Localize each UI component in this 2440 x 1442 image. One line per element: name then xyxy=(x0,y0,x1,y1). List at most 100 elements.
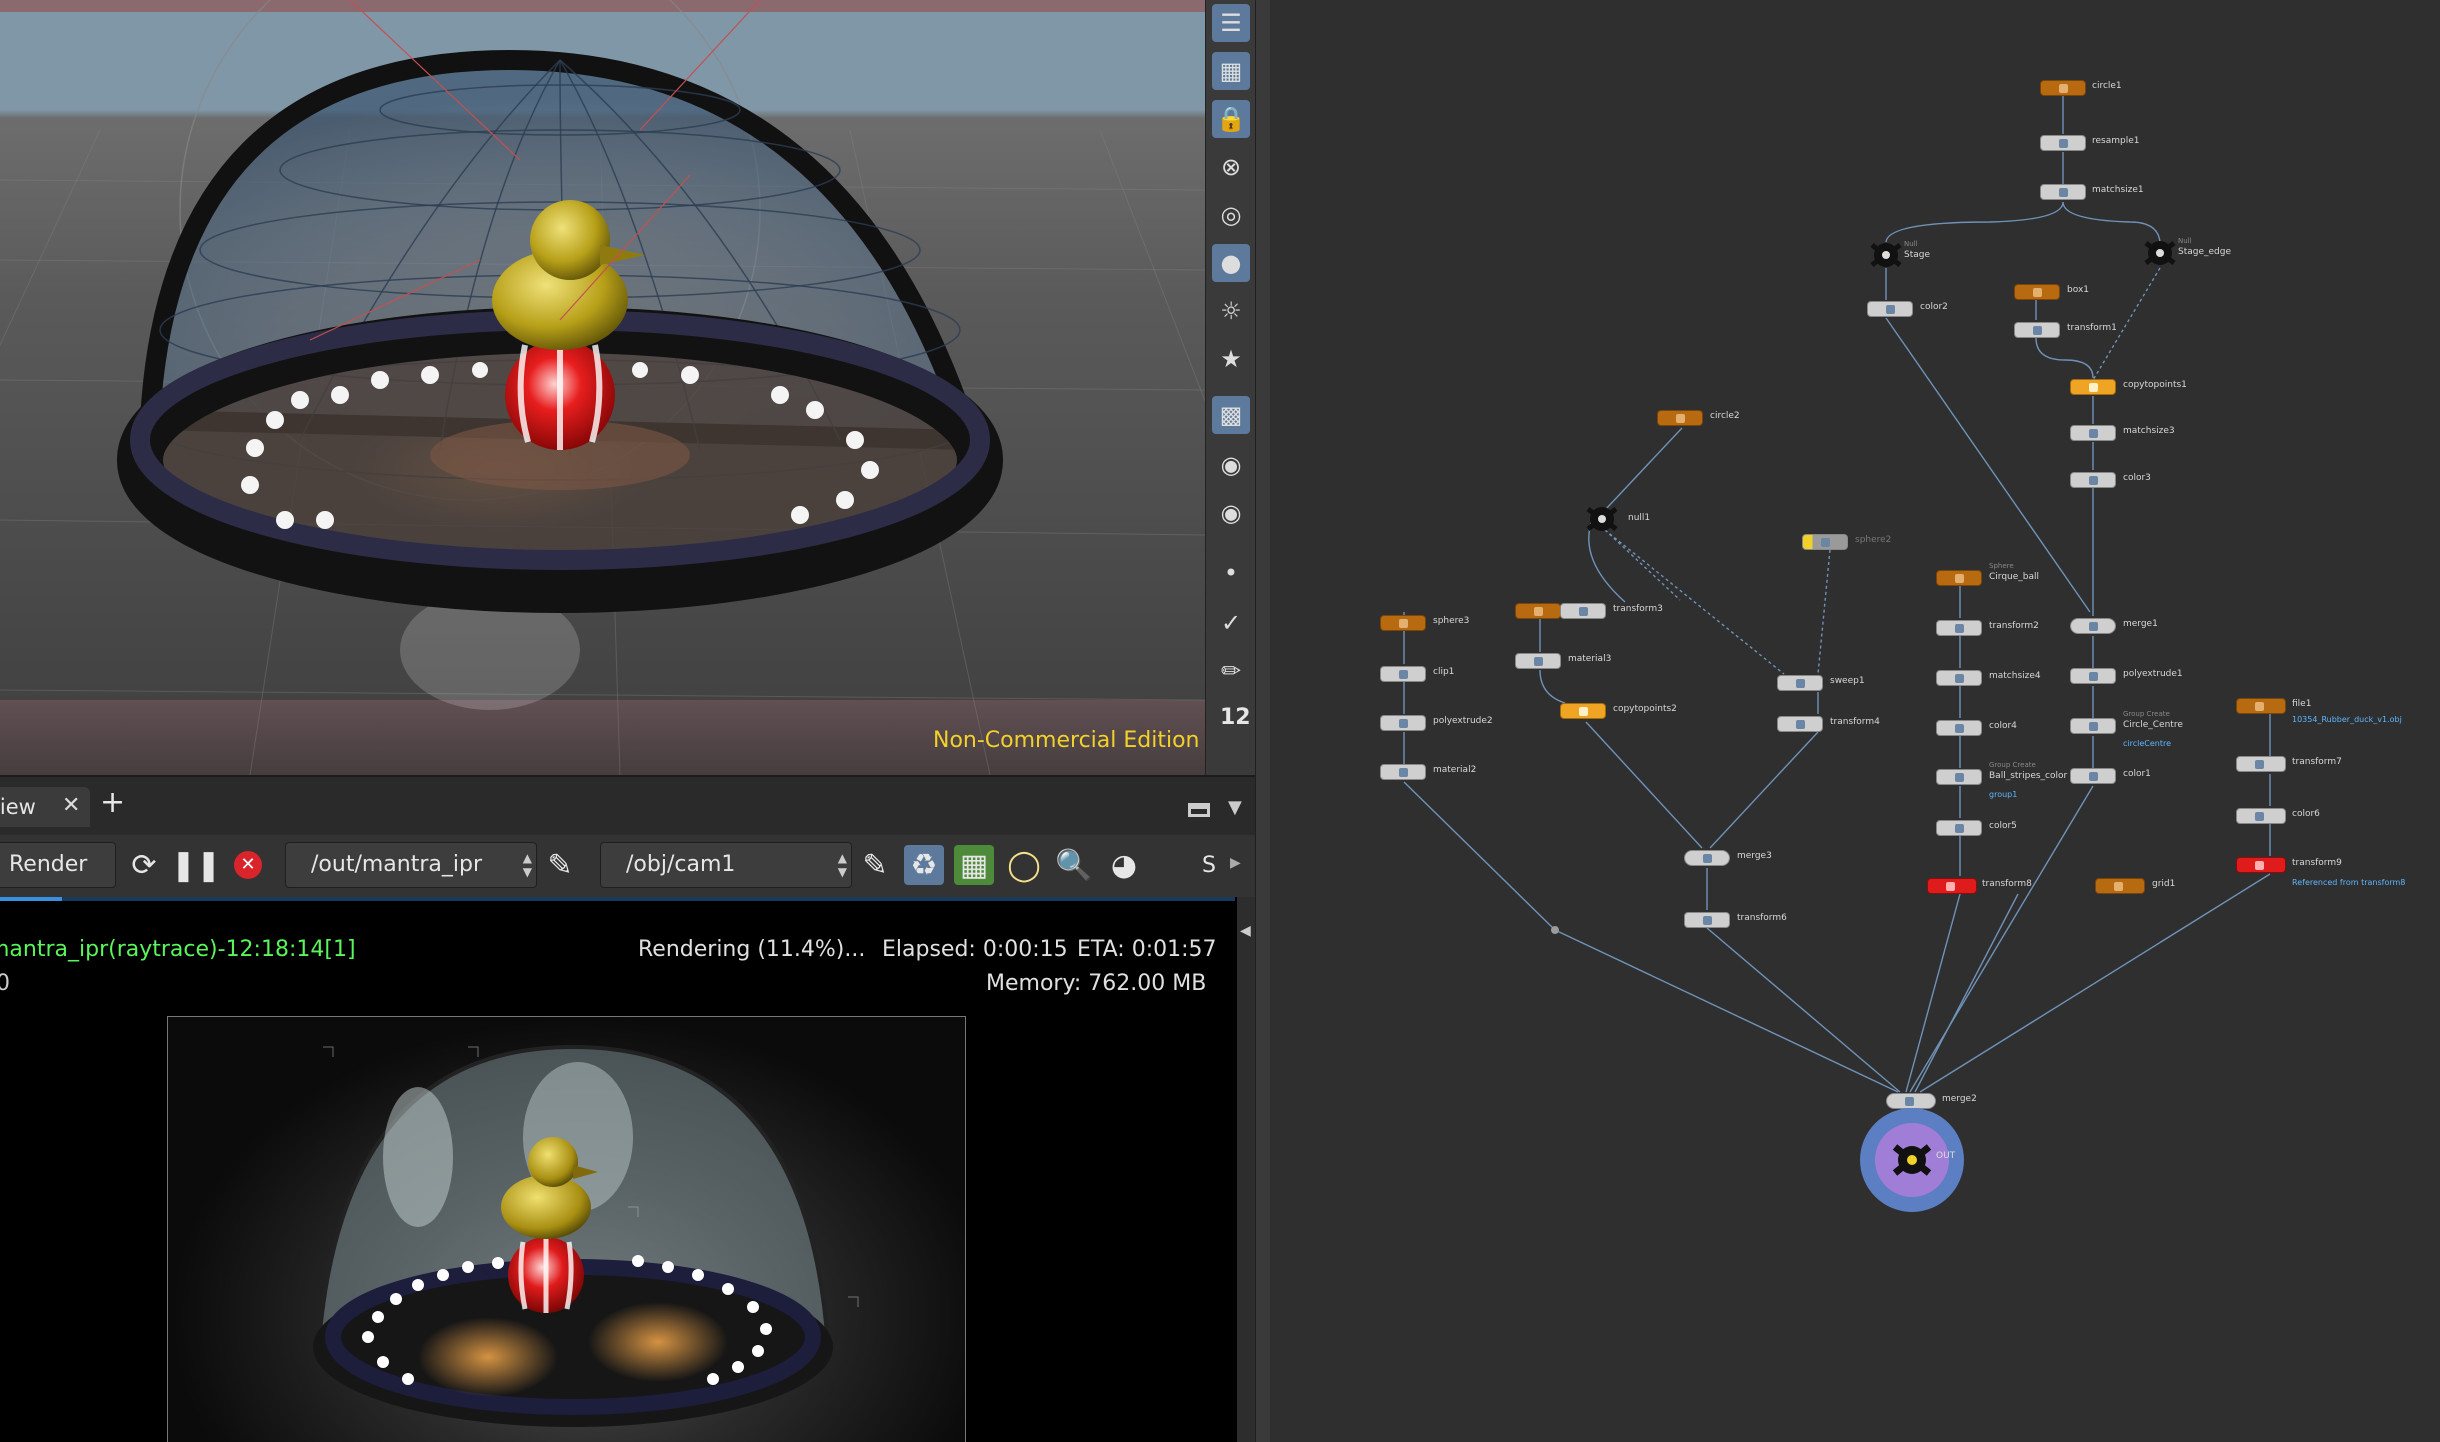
node-transform7[interactable] xyxy=(2236,756,2286,772)
node-label: transform2 xyxy=(1989,621,2039,631)
node-material3[interactable] xyxy=(1515,653,1561,669)
region-render-icon[interactable]: ▦ xyxy=(954,845,994,885)
node-resample1[interactable] xyxy=(2040,135,2086,151)
visualizer-icon[interactable]: ◉ xyxy=(1212,494,1250,532)
pick-camera-icon[interactable]: ✎ xyxy=(855,845,895,885)
node-color3[interactable] xyxy=(2070,472,2116,488)
scene-viewport[interactable]: Non-Commercial Edition xyxy=(0,0,1205,775)
node-polyextrude1[interactable] xyxy=(2070,668,2116,684)
node-label: transform8 xyxy=(1982,879,2032,889)
material-icon[interactable]: ▩ xyxy=(1212,396,1250,434)
camera-value: /obj/cam1 xyxy=(626,852,736,877)
node-sphere2[interactable] xyxy=(1802,534,1848,550)
lock-camera-icon[interactable]: 🔒 xyxy=(1212,100,1250,138)
null-node-stage-icon[interactable] xyxy=(1869,242,1903,268)
close-icon[interactable]: ✕ xyxy=(62,793,80,818)
null-node-stage-edge-icon[interactable] xyxy=(2143,240,2177,266)
remove-icon[interactable]: ⊗ xyxy=(1212,148,1250,186)
add-tab-button[interactable]: + xyxy=(100,788,125,818)
node-color1[interactable] xyxy=(2070,768,2116,784)
node-label: matchsize4 xyxy=(1989,671,2041,681)
node-transform3[interactable] xyxy=(1560,603,1606,619)
node-sphere3[interactable] xyxy=(1380,615,1426,631)
tab-view[interactable]: View ✕ xyxy=(0,787,90,827)
node-copytopoints1[interactable] xyxy=(2070,379,2116,395)
more-arrow-icon[interactable]: ▶ xyxy=(1230,855,1241,871)
rendered-scene xyxy=(313,1044,859,1427)
node-matchsize3[interactable] xyxy=(2070,425,2116,441)
node-matchsize1[interactable] xyxy=(2040,184,2086,200)
node-label: sphere2 xyxy=(1855,535,1892,545)
node-transform9[interactable] xyxy=(2236,857,2286,873)
node-merge1[interactable] xyxy=(2070,618,2116,634)
node-merge2[interactable] xyxy=(1886,1093,1936,1109)
brush-icon[interactable]: ✓ xyxy=(1212,604,1250,642)
node-label: Ball_stripes_color xyxy=(1989,771,2068,781)
ghost-objects-icon[interactable]: ▦ xyxy=(1212,52,1250,90)
node-color2[interactable] xyxy=(1867,301,1913,317)
node-matchsize4[interactable] xyxy=(1936,670,1982,686)
render-button[interactable]: Render xyxy=(0,842,116,888)
pick-driver-icon[interactable]: ✎ xyxy=(540,845,580,885)
stop-icon[interactable]: ✕ xyxy=(228,845,268,885)
node-transform8[interactable] xyxy=(1927,878,1977,894)
node-file1[interactable] xyxy=(2236,698,2286,714)
refresh-icon[interactable]: ⟳ xyxy=(124,845,164,885)
lighting-icon[interactable]: ◯ xyxy=(1004,845,1044,885)
output-driver-field[interactable]: /out/mantra_ipr ▲ ▼ xyxy=(285,842,537,888)
node-grid1[interactable] xyxy=(2095,878,2145,894)
node-merge3[interactable] xyxy=(1684,850,1730,866)
null-node-null1-icon[interactable] xyxy=(1585,506,1619,532)
node-color5[interactable] xyxy=(1936,820,1982,836)
node-cirque-ball[interactable] xyxy=(1936,570,1982,586)
display-options-icon[interactable]: ☰ xyxy=(1212,4,1250,42)
node-transform6[interactable] xyxy=(1684,912,1730,928)
node-circle-centre[interactable] xyxy=(2070,718,2116,734)
node-sphere1[interactable] xyxy=(1515,603,1561,619)
node-label: color6 xyxy=(2292,809,2320,819)
node-sweep1[interactable] xyxy=(1777,675,1823,691)
stereo-icon[interactable]: ◉ xyxy=(1212,446,1250,484)
node-label: transform6 xyxy=(1737,913,1787,923)
node-copytopoints2[interactable] xyxy=(1560,703,1606,719)
node-material2[interactable] xyxy=(1380,764,1426,780)
render-scrollbar[interactable] xyxy=(1237,897,1255,1442)
node-transform4[interactable] xyxy=(1777,716,1823,732)
node-label: box1 xyxy=(2067,285,2089,295)
color-correction-icon[interactable]: ◕ xyxy=(1104,845,1144,885)
collapse-arrow-icon[interactable]: ◀ xyxy=(1240,923,1251,939)
pin-icon[interactable]: ✏ xyxy=(1212,652,1250,690)
node-label: color5 xyxy=(1989,821,2017,831)
node-label: file1 xyxy=(2292,699,2312,709)
node-box1[interactable] xyxy=(2014,284,2060,300)
node-label: matchsize3 xyxy=(2123,426,2175,436)
node-ball-stripes-color[interactable] xyxy=(1936,769,1982,785)
spinner-icon[interactable]: ▲ ▼ xyxy=(523,851,532,879)
node-sub: Sphere xyxy=(1989,562,2014,570)
render-view[interactable]: ◀ mantra_ipr(raytrace)-12:18:14[1] 0 Ren… xyxy=(0,897,1255,1442)
node-label: material3 xyxy=(1568,654,1612,664)
node-label: copytopoints2 xyxy=(1613,704,1677,714)
node-color6[interactable] xyxy=(2236,808,2286,824)
camera-field[interactable]: /obj/cam1 ▲ ▼ xyxy=(600,842,852,888)
pane-layout-icon[interactable] xyxy=(1188,803,1210,817)
node-label: material2 xyxy=(1433,765,1477,775)
network-editor[interactable]: circle1 resample1 matchsize1 Null Stage … xyxy=(1270,0,2440,1442)
point-icon[interactable]: • xyxy=(1212,554,1250,592)
node-circle1[interactable] xyxy=(2040,80,2086,96)
snap-icon[interactable]: ◎ xyxy=(1212,196,1250,234)
pause-icon[interactable]: ❚❚ xyxy=(171,845,221,885)
auto-update-icon[interactable]: ♻ xyxy=(904,845,944,885)
node-polyextrude2[interactable] xyxy=(1380,715,1426,731)
headlight-icon[interactable]: ● xyxy=(1212,244,1250,282)
node-color4[interactable] xyxy=(1936,720,1982,736)
chevron-down-icon[interactable]: ▼ xyxy=(1228,797,1242,818)
spinner-icon[interactable]: ▲ ▼ xyxy=(838,851,847,879)
node-transform2[interactable] xyxy=(1936,620,1982,636)
node-clip1[interactable] xyxy=(1380,666,1426,682)
preview-icon[interactable]: 🔍 xyxy=(1054,845,1094,885)
node-transform1[interactable] xyxy=(2014,322,2060,338)
node-circle2[interactable] xyxy=(1657,410,1703,426)
normal-lighting-icon[interactable]: ☼ xyxy=(1212,292,1250,330)
hq-lighting-icon[interactable]: ★ xyxy=(1212,340,1250,378)
